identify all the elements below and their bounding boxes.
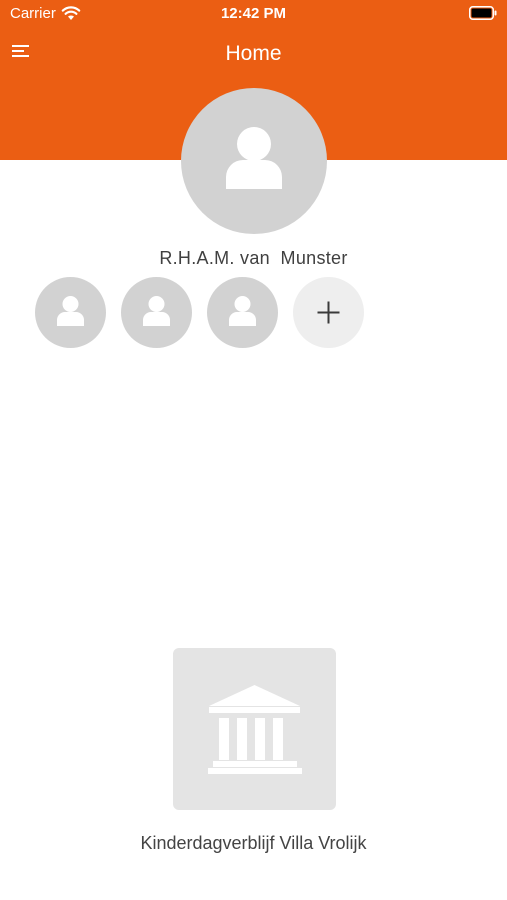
organization-tile[interactable]	[173, 648, 336, 810]
person-icon	[226, 127, 282, 189]
user-name: R.H.A.M. van Munster	[159, 248, 348, 268]
page-title: Home	[225, 42, 282, 65]
battery-icon	[469, 6, 497, 20]
building-icon	[208, 685, 302, 774]
home-screen: Carrier 12:42 PM Home R.H.A.M. van Munst…	[0, 0, 507, 900]
user-avatar[interactable]	[181, 88, 327, 234]
child-avatar[interactable]	[121, 277, 192, 348]
child-avatar[interactable]	[207, 277, 278, 348]
person-icon	[57, 296, 84, 326]
clock-label: 12:42 PM	[220, 5, 287, 22]
organization-name[interactable]: Kinderdagverblijf Villa Vrolijk	[0, 833, 507, 854]
plus-icon	[317, 301, 340, 324]
person-icon	[143, 296, 170, 326]
person-icon	[229, 296, 256, 326]
add-child-button[interactable]	[293, 277, 364, 348]
child-avatar[interactable]	[35, 277, 106, 348]
status-bar: Carrier 12:42 PM	[0, 0, 507, 28]
